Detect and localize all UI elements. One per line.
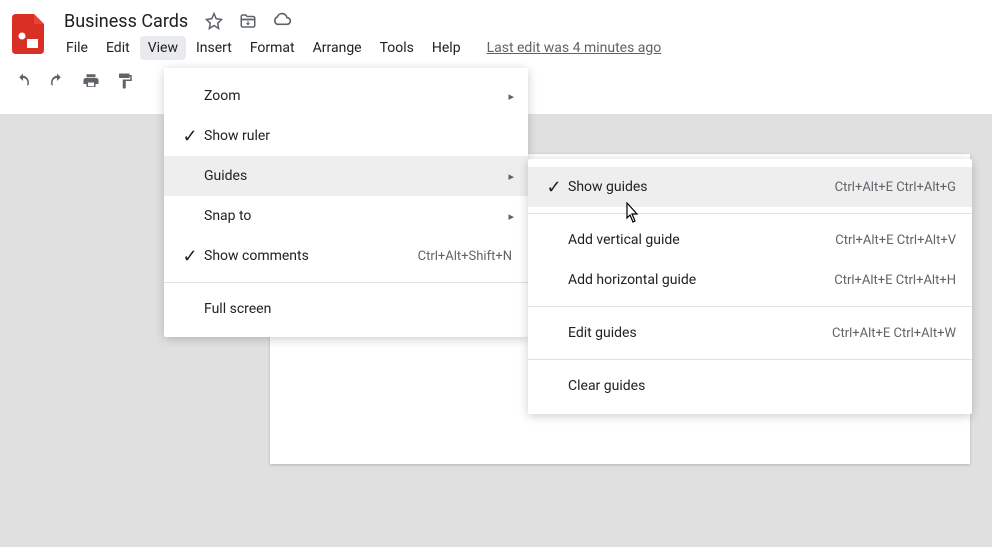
menu-separator [528,359,972,360]
last-edit-link[interactable]: Last edit was 4 minutes ago [487,40,662,56]
menu-separator [164,282,528,283]
menu-help[interactable]: Help [424,36,469,60]
guides-submenu: ✓ Show guides Ctrl+Alt+E Ctrl+Alt+G Add … [528,159,972,414]
print-icon[interactable] [78,68,104,94]
menu-add-horizontal-guide[interactable]: Add horizontal guide Ctrl+Alt+E Ctrl+Alt… [528,260,972,300]
submenu-arrow-icon: ▸ [508,210,514,223]
menu-label: Snap to [204,208,512,224]
menu-format[interactable]: Format [242,36,303,60]
menu-separator [528,306,972,307]
star-icon[interactable] [202,9,226,33]
menu-label: Show comments [204,248,398,264]
menu-label: Edit guides [568,325,812,341]
menu-edit[interactable]: Edit [98,36,138,60]
submenu-arrow-icon: ▸ [508,90,514,103]
paint-format-icon[interactable] [112,68,138,94]
check-icon: ✓ [540,177,568,198]
menu-zoom[interactable]: Zoom ▸ [164,76,528,116]
shortcut-text: Ctrl+Alt+E Ctrl+Alt+W [832,326,956,341]
menu-label: Add horizontal guide [568,272,814,288]
redo-icon[interactable] [44,68,70,94]
menu-label: Clear guides [568,378,956,394]
menu-show-comments[interactable]: ✓ Show comments Ctrl+Alt+Shift+N [164,236,528,276]
menu-label: Show guides [568,179,815,195]
menu-label: Full screen [204,301,512,317]
menu-snap-to[interactable]: Snap to ▸ [164,196,528,236]
menu-add-vertical-guide[interactable]: Add vertical guide Ctrl+Alt+E Ctrl+Alt+V [528,220,972,260]
shortcut-text: Ctrl+Alt+E Ctrl+Alt+V [835,233,956,248]
menu-clear-guides[interactable]: Clear guides [528,366,972,406]
menu-bar: File Edit View Insert Format Arrange Too… [56,34,984,62]
menu-full-screen[interactable]: Full screen [164,289,528,329]
menu-label: Show ruler [204,128,512,144]
menu-tools[interactable]: Tools [372,36,422,60]
shortcut-text: Ctrl+Alt+E Ctrl+Alt+H [834,273,956,288]
app-logo-icon[interactable] [8,8,48,60]
view-dropdown: Zoom ▸ ✓ Show ruler Guides ▸ Snap to ▸ ✓… [164,68,528,337]
menu-show-ruler[interactable]: ✓ Show ruler [164,116,528,156]
menu-arrange[interactable]: Arrange [305,36,370,60]
shortcut-text: Ctrl+Alt+E Ctrl+Alt+G [835,180,956,195]
menu-insert[interactable]: Insert [188,36,240,60]
move-folder-icon[interactable] [236,9,260,33]
menu-separator [528,213,972,214]
shortcut-text: Ctrl+Alt+Shift+N [418,249,512,264]
menu-show-guides[interactable]: ✓ Show guides Ctrl+Alt+E Ctrl+Alt+G [528,167,972,207]
menu-guides[interactable]: Guides ▸ [164,156,528,196]
menu-view[interactable]: View [140,36,186,60]
cloud-status-icon[interactable] [270,9,294,33]
check-icon: ✓ [176,246,204,267]
menu-label: Guides [204,168,512,184]
menu-file[interactable]: File [58,36,96,60]
document-title[interactable]: Business Cards [60,9,192,34]
check-icon: ✓ [176,126,204,147]
undo-icon[interactable] [10,68,36,94]
menu-label: Zoom [204,88,512,104]
menu-label: Add vertical guide [568,232,815,248]
menu-edit-guides[interactable]: Edit guides Ctrl+Alt+E Ctrl+Alt+W [528,313,972,353]
submenu-arrow-icon: ▸ [508,170,514,183]
